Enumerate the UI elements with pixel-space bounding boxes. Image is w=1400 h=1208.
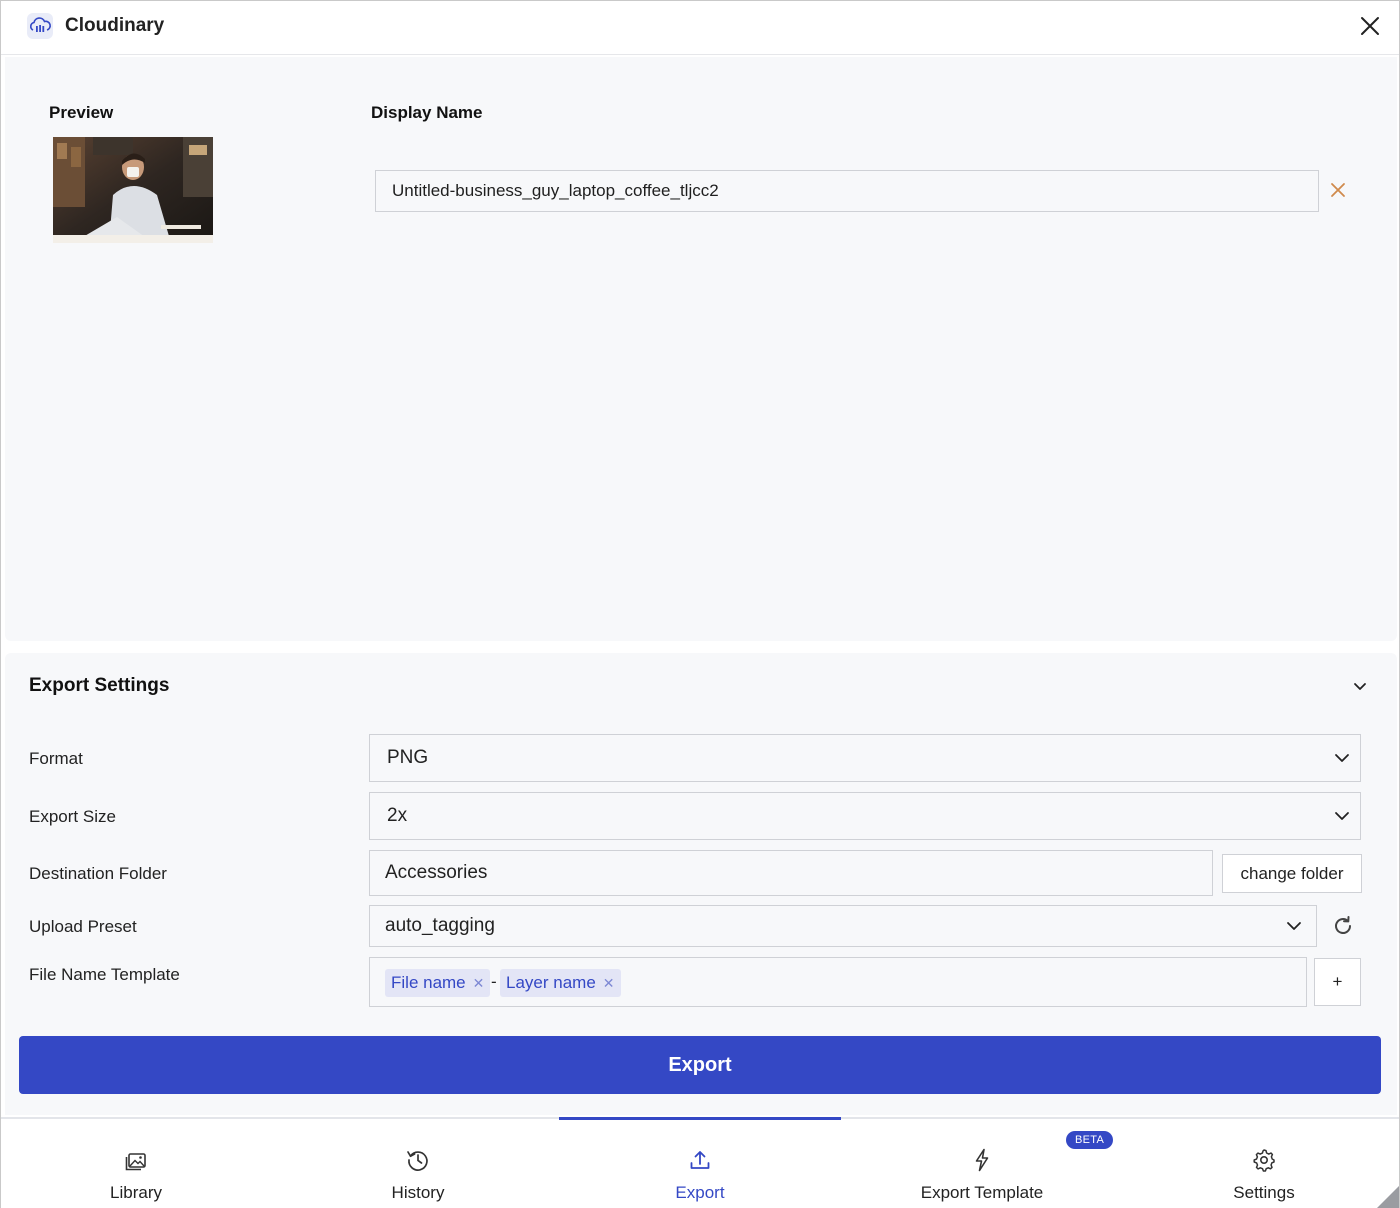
upload-preset-label: Upload Preset [29,917,137,936]
destination-folder-label: Destination Folder [29,864,167,883]
export-button[interactable]: Export [19,1036,1381,1094]
history-icon [405,1147,431,1173]
lightning-icon [969,1147,995,1173]
chip-remove-icon[interactable]: ✕ [603,975,615,992]
beta-badge: BETA [1066,1131,1114,1149]
nav-item-library[interactable]: Library [0,1119,277,1208]
upload-icon [687,1147,713,1173]
bottom-nav: Library History Export Export Template S… [1,1117,1399,1208]
destination-folder-value: Accessories [385,862,488,883]
upload-preset-select[interactable]: auto_tagging [369,905,1317,947]
add-template-button[interactable]: + [1314,958,1361,1006]
preview-label: Preview [49,103,114,122]
nav-label-export: Export [675,1183,725,1202]
display-name-label: Display Name [371,103,483,122]
preview-thumbnail [53,137,213,243]
destination-folder-field[interactable]: Accessories [369,850,1213,896]
cloudinary-window: Cloudinary Preview Display Name Untitled… [0,0,1400,1208]
chevron-down-icon [1334,750,1350,766]
gear-icon [1251,1147,1277,1173]
export-size-label: Export Size [29,807,116,826]
chevron-down-icon [1286,918,1302,934]
app-title: Cloudinary [65,15,165,36]
export-size-select[interactable]: 2x [369,792,1361,840]
export-settings-panel: Export Settings Format PNG Export Size 2… [5,653,1397,1115]
refresh-icon[interactable] [1331,914,1355,938]
chip-label: Layer name [506,973,596,992]
chip-remove-icon[interactable]: ✕ [473,975,485,992]
chip-layer-name: Layer name ✕ [500,969,621,997]
change-folder-button[interactable]: change folder [1222,854,1362,893]
nav-item-export[interactable]: Export [559,1119,841,1208]
format-value: PNG [387,747,429,768]
template-separator: - [491,972,497,991]
chevron-down-icon [1334,808,1350,824]
chevron-down-icon[interactable] [1351,677,1369,695]
format-select[interactable]: PNG [369,734,1361,782]
nav-label-settings: Settings [1233,1183,1295,1202]
preview-panel: Preview Display Name Untitled-business_g… [5,57,1397,641]
nav-item-settings[interactable]: Settings [1123,1119,1400,1208]
library-icon [123,1147,149,1173]
chip-label: File name [391,973,466,992]
chip-file-name: File name ✕ [385,969,491,997]
close-icon[interactable] [1357,13,1383,39]
nav-item-history[interactable]: History [277,1119,559,1208]
nav-label-history: History [391,1183,445,1202]
clear-x-icon[interactable] [1329,181,1347,199]
title-bar: Cloudinary [1,1,1399,55]
display-name-input[interactable] [375,170,1319,212]
cloudinary-logo-icon [27,13,53,39]
resize-grip-icon[interactable] [1377,1186,1399,1208]
nav-label-library: Library [110,1183,162,1202]
file-name-template-field[interactable]: File name ✕ - Layer name ✕ [369,957,1307,1007]
file-name-template-label: File Name Template [29,965,180,984]
nav-label-export-template: Export Template [920,1183,1044,1202]
upload-preset-value: auto_tagging [385,915,495,936]
export-settings-title: Export Settings [29,675,170,696]
export-size-value: 2x [387,805,408,826]
format-label: Format [29,749,83,768]
